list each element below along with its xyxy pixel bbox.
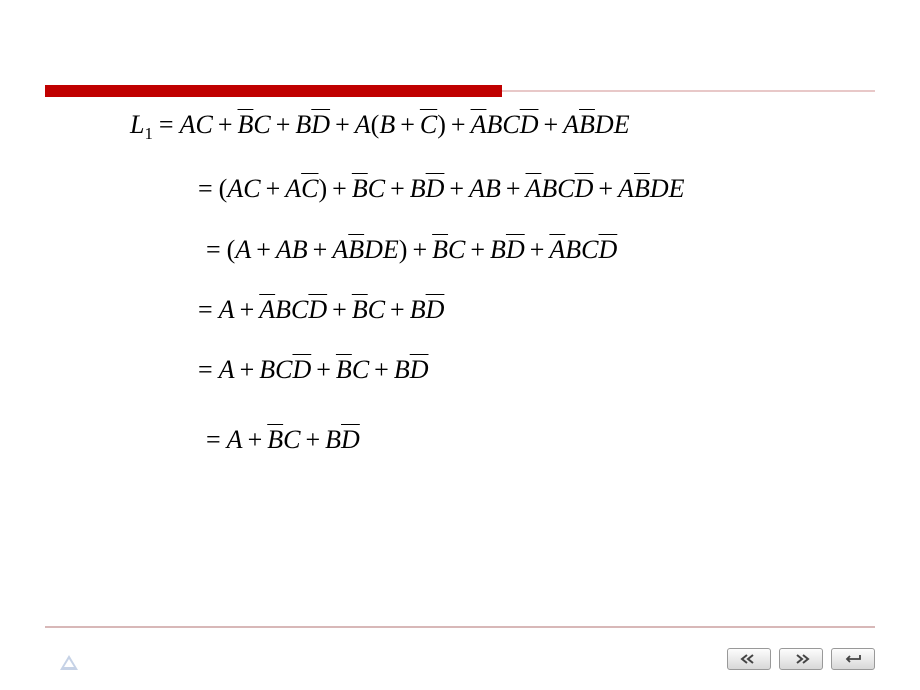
- next-button[interactable]: [779, 648, 823, 670]
- enter-button[interactable]: [831, 648, 875, 670]
- equation-line-5: =A+BCD+BC+BD: [130, 353, 860, 385]
- divider-accent: [45, 85, 502, 97]
- equation-line-6: =A+BC+BD: [130, 423, 860, 455]
- header-divider: [45, 85, 875, 99]
- equation-line-2: =(AC+AC)+BC+BD+AB+ABCD+ABDE: [130, 172, 860, 204]
- equation-block: L1=AC+BC+BD+A(B+C)+ABCD+ABDE =(AC+AC)+BC…: [130, 108, 860, 455]
- chevron-right-icon: [791, 654, 811, 664]
- equation-line-1: L1=AC+BC+BD+A(B+C)+ABCD+ABDE: [130, 108, 860, 144]
- chevron-left-icon: [739, 654, 759, 664]
- prev-button[interactable]: [727, 648, 771, 670]
- nav-controls: [727, 648, 875, 670]
- footer-divider: [45, 626, 875, 628]
- return-icon: [842, 653, 864, 665]
- equation-line-4: =A+ABCD+BC+BD: [130, 293, 860, 325]
- equation-line-3: =(A+AB+ABDE)+BC+BD+ABCD: [130, 233, 860, 265]
- logo-icon: [60, 655, 78, 670]
